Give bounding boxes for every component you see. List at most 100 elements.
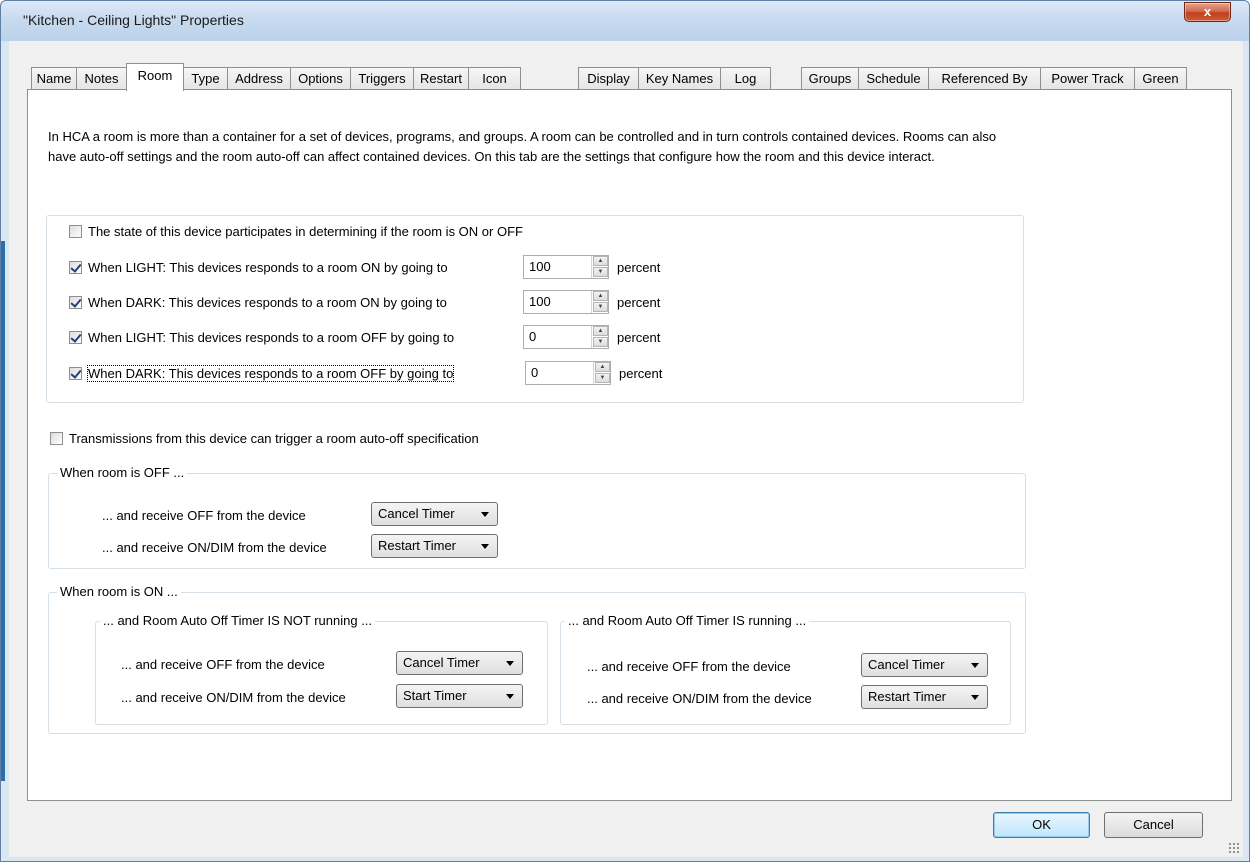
not-running-on-value: Start Timer [403,688,467,703]
title-bar[interactable]: "Kitchen - Ceiling Lights" Properties x [1,1,1249,41]
room-tab-panel: In HCA a room is more than a container f… [27,89,1232,801]
light-off-unit: percent [617,330,661,345]
participation-row[interactable]: The state of this device participates in… [69,224,523,239]
light-off-spinner[interactable]: 0 ▲ ▼ [523,325,609,349]
running-off-value: Cancel Timer [868,657,945,672]
tab-address[interactable]: Address [227,67,291,90]
running-on-value: Restart Timer [868,689,947,704]
spin-down-icon[interactable]: ▼ [593,267,608,277]
room-off-off-select[interactable]: Cancel Timer [371,502,498,526]
light-off-label: When LIGHT: This devices responds to a r… [88,330,455,345]
close-button[interactable]: x [1184,2,1231,22]
not-running-on-label: ... and receive ON/DIM from the device [121,690,346,705]
running-off-select[interactable]: Cancel Timer [861,653,988,677]
ok-button[interactable]: OK [993,812,1090,838]
tab-referenced-by[interactable]: Referenced By [928,67,1041,90]
chevron-down-icon [971,695,979,700]
tab-log[interactable]: Log [720,67,771,90]
room-on-group: When room is ON ... ... and Room Auto Of… [48,584,1026,734]
chevron-down-icon [481,544,489,549]
tab-key-names[interactable]: Key Names [638,67,721,90]
tab-restart[interactable]: Restart [413,67,469,90]
tab-notes[interactable]: Notes [76,67,127,90]
auto-off-label: Transmissions from this device can trigg… [69,431,479,446]
window-edge-accent [1,241,5,781]
room-off-on-select[interactable]: Restart Timer [371,534,498,558]
auto-off-row[interactable]: Transmissions from this device can trigg… [50,431,479,446]
dark-off-label: When DARK: This devices responds to a ro… [86,365,455,382]
room-on-title: When room is ON ... [57,584,181,599]
spinner-buttons: ▲ ▼ [593,362,610,384]
room-off-group: When room is OFF ... ... and receive OFF… [48,465,1026,569]
timer-not-running-title: ... and Room Auto Off Timer IS NOT runni… [100,613,376,628]
spinner-buttons: ▲ ▼ [591,326,608,348]
room-off-off-value: Cancel Timer [378,506,455,521]
response-row[interactable]: When DARK: This devices responds to a ro… [69,365,455,382]
tab-green[interactable]: Green [1134,67,1187,90]
dark-off-unit: percent [619,366,663,381]
spin-down-icon[interactable]: ▼ [595,373,610,383]
dark-on-checkbox[interactable] [69,296,82,309]
room-off-on-label: ... and receive ON/DIM from the device [102,540,327,555]
tab-schedule[interactable]: Schedule [858,67,929,90]
timer-not-running-group: ... and Room Auto Off Timer IS NOT runni… [95,613,548,725]
tab-options[interactable]: Options [290,67,351,90]
response-row[interactable]: When DARK: This devices responds to a ro… [69,295,447,310]
tab-icon[interactable]: Icon [468,67,521,90]
tab-name[interactable]: Name [31,67,77,90]
timer-running-title: ... and Room Auto Off Timer IS running .… [565,613,810,628]
tab-power-track[interactable]: Power Track [1040,67,1135,90]
window-title: "Kitchen - Ceiling Lights" Properties [23,12,244,28]
dark-on-spinner[interactable]: 100 ▲ ▼ [523,290,609,314]
cancel-button[interactable]: Cancel [1104,812,1203,838]
tab-display[interactable]: Display [578,67,639,90]
tab-strip: Name Notes Room Type Address Options Tri… [31,63,1231,91]
light-on-value: 100 [529,259,551,274]
dark-on-unit: percent [617,295,661,310]
running-on-select[interactable]: Restart Timer [861,685,988,709]
dark-off-value: 0 [531,365,539,380]
auto-off-checkbox[interactable] [50,432,63,445]
light-on-label: When LIGHT: This devices responds to a r… [88,260,448,275]
light-on-unit: percent [617,260,661,275]
room-response-group: The state of this device participates in… [46,215,1024,403]
participation-label: The state of this device participates in… [88,224,523,239]
room-off-title: When room is OFF ... [57,465,188,480]
room-off-off-label: ... and receive OFF from the device [102,508,306,523]
spin-up-icon[interactable]: ▲ [593,256,608,266]
spin-up-icon[interactable]: ▲ [593,291,608,301]
tab-triggers[interactable]: Triggers [350,67,414,90]
light-off-checkbox[interactable] [69,331,82,344]
dark-off-checkbox[interactable] [69,367,82,380]
light-off-value: 0 [529,329,537,344]
spin-up-icon[interactable]: ▲ [593,326,608,336]
tab-groups[interactable]: Groups [801,67,859,90]
chevron-down-icon [481,512,489,517]
chevron-down-icon [506,694,514,699]
light-on-checkbox[interactable] [69,261,82,274]
timer-running-group: ... and Room Auto Off Timer IS running .… [560,613,1011,725]
close-icon: x [1203,4,1212,19]
dark-off-spinner[interactable]: 0 ▲ ▼ [525,361,611,385]
response-row[interactable]: When LIGHT: This devices responds to a r… [69,260,448,275]
chevron-down-icon [506,661,514,666]
not-running-off-label: ... and receive OFF from the device [121,657,325,672]
tab-type[interactable]: Type [183,67,228,90]
dark-on-label: When DARK: This devices responds to a ro… [88,295,447,310]
dark-on-value: 100 [529,294,551,309]
participation-checkbox[interactable] [69,225,82,238]
properties-dialog: "Kitchen - Ceiling Lights" Properties x … [0,0,1250,862]
resize-grip-icon[interactable] [1228,842,1240,854]
not-running-on-select[interactable]: Start Timer [396,684,523,708]
running-off-label: ... and receive OFF from the device [587,659,791,674]
light-on-spinner[interactable]: 100 ▲ ▼ [523,255,609,279]
spin-down-icon[interactable]: ▼ [593,337,608,347]
running-on-label: ... and receive ON/DIM from the device [587,691,812,706]
spinner-buttons: ▲ ▼ [591,291,608,313]
response-row[interactable]: When LIGHT: This devices responds to a r… [69,330,454,345]
spin-up-icon[interactable]: ▲ [595,362,610,372]
spin-down-icon[interactable]: ▼ [593,302,608,312]
intro-text: In HCA a room is more than a container f… [48,129,997,164]
not-running-off-select[interactable]: Cancel Timer [396,651,523,675]
tab-room[interactable]: Room [126,63,184,91]
